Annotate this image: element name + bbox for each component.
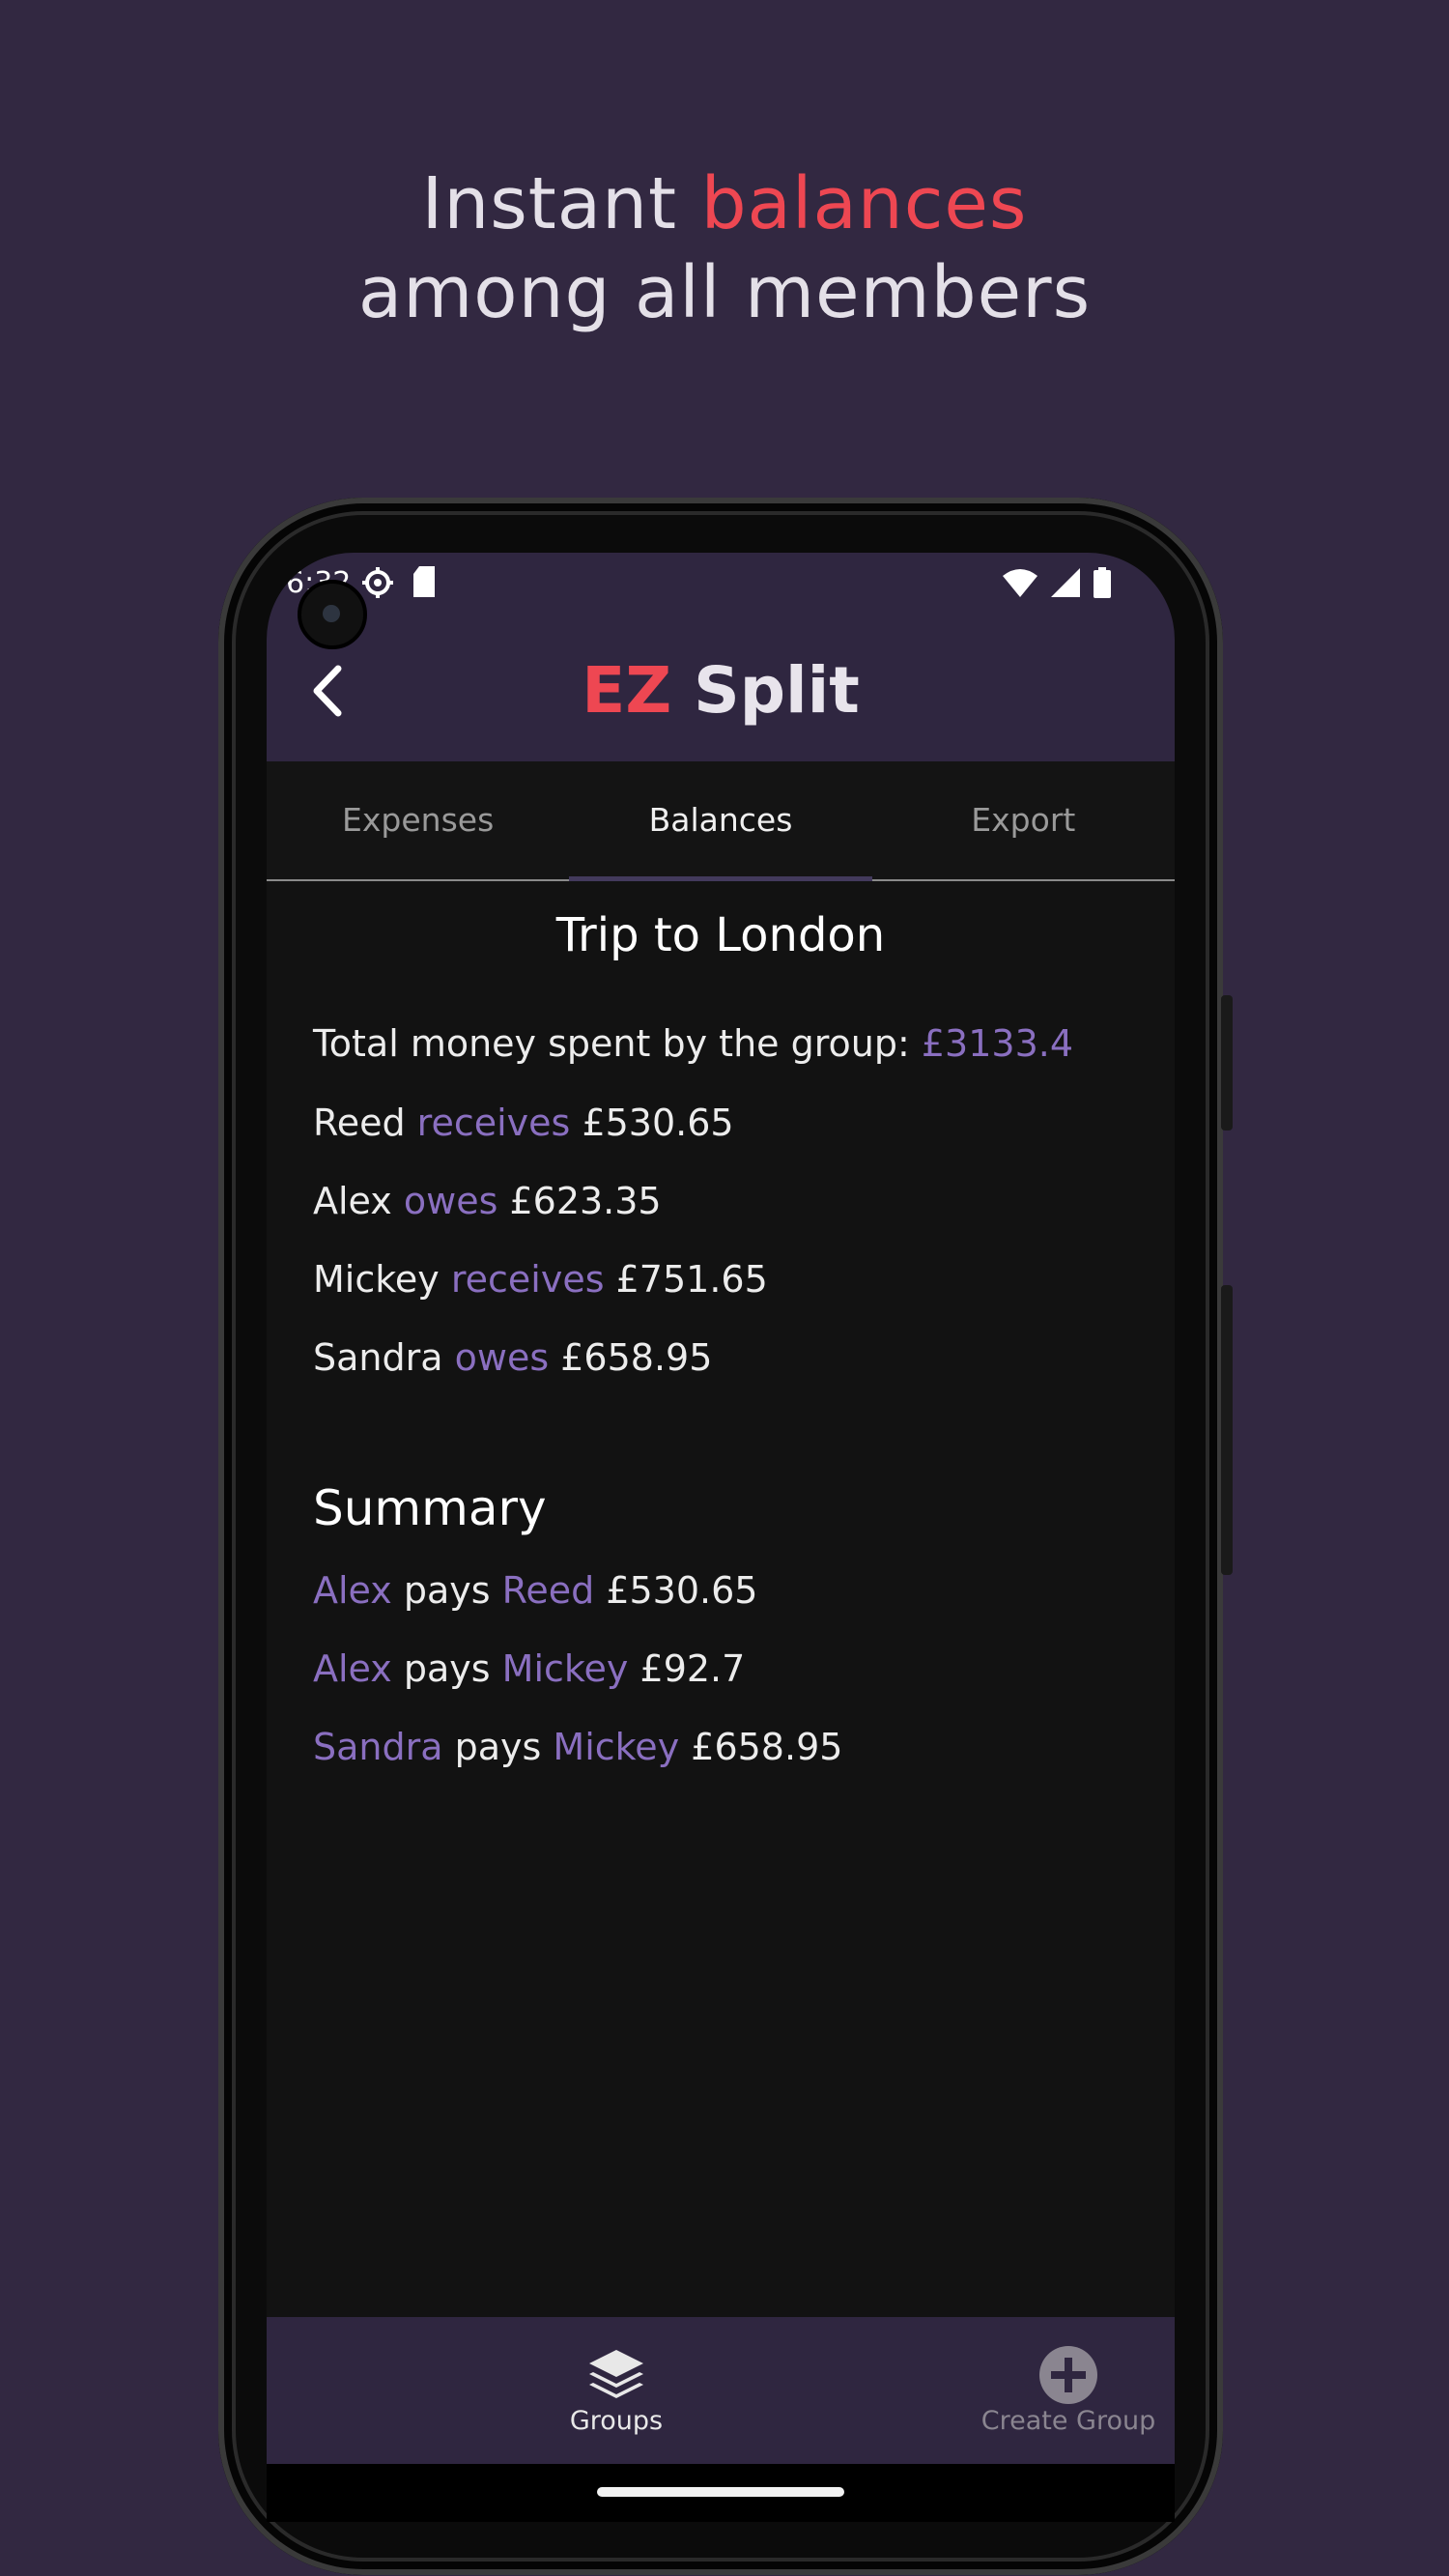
wifi-icon — [1003, 568, 1037, 601]
payee-name: Mickey — [501, 1647, 629, 1690]
summary-row: Sandra pays Mickey £658.95 — [313, 1726, 842, 1768]
balance-amount: £751.65 — [615, 1258, 768, 1301]
status-icons-left — [361, 566, 437, 599]
balance-verb: owes — [454, 1336, 550, 1379]
group-total: Total money spent by the group: £3133.4 — [313, 1022, 1073, 1065]
battery-icon — [1094, 567, 1111, 602]
layers-icon — [589, 2350, 643, 2398]
signal-icon — [1051, 568, 1080, 601]
nav-groups-label: Groups — [569, 2406, 664, 2436]
payment-amount: £530.65 — [606, 1569, 758, 1612]
power-button — [1221, 995, 1233, 1131]
balance-row: Reed receives £530.65 — [313, 1102, 734, 1144]
summary-title: Summary — [313, 1480, 547, 1536]
balance-row: Alex owes £623.35 — [313, 1180, 662, 1222]
balance-amount: £658.95 — [560, 1336, 713, 1379]
summary-row: Alex pays Reed £530.65 — [313, 1569, 757, 1612]
app-bar: EZ Split — [267, 620, 1175, 761]
balance-row: Sandra owes £658.95 — [313, 1336, 712, 1379]
plus-circle-icon — [1039, 2346, 1097, 2404]
total-value: £3133.4 — [921, 1022, 1073, 1065]
summary-row: Alex pays Mickey £92.7 — [313, 1647, 745, 1690]
promo-headline: Instant balances among all members — [0, 159, 1449, 337]
balance-amount: £530.65 — [582, 1102, 734, 1144]
gesture-bar — [267, 2464, 1175, 2522]
bottom-navigation: Groups Create Group — [267, 2317, 1175, 2464]
app-title: EZ Split — [267, 620, 1175, 761]
headline-text: Instant — [421, 162, 701, 245]
payer-name: Alex — [313, 1569, 392, 1612]
payee-name: Reed — [501, 1569, 595, 1612]
sd-card-icon — [412, 566, 437, 599]
home-indicator[interactable] — [597, 2487, 844, 2497]
phone-screen: 6:32 EZ Split — [267, 553, 1175, 2522]
nav-create-group[interactable]: Create Group — [923, 2317, 1175, 2464]
payment-amount: £92.7 — [639, 1647, 746, 1690]
payer-name: Alex — [313, 1647, 392, 1690]
balance-verb: receives — [450, 1258, 605, 1301]
payment-amount: £658.95 — [691, 1726, 843, 1768]
nav-groups[interactable]: Groups — [471, 2317, 761, 2464]
member-name: Alex — [313, 1180, 392, 1222]
member-name: Mickey — [313, 1258, 440, 1301]
balance-verb: receives — [416, 1102, 571, 1144]
balance-amount: £623.35 — [509, 1180, 662, 1222]
tab-expenses[interactable]: Expenses — [267, 761, 569, 879]
status-bar: 6:32 — [267, 553, 1175, 620]
headline-line-2: among all members — [357, 251, 1092, 334]
headline-accent: balances — [700, 162, 1028, 245]
pays-verb: pays — [403, 1647, 491, 1690]
payer-name: Sandra — [313, 1726, 443, 1768]
app-title-rest: Split — [671, 653, 860, 728]
member-name: Reed — [313, 1102, 406, 1144]
member-name: Sandra — [313, 1336, 443, 1379]
settings-icon — [361, 566, 394, 599]
pays-verb: pays — [403, 1569, 491, 1612]
app-title-accent: EZ — [582, 653, 672, 728]
headline-line-1: Instant balances — [0, 159, 1449, 248]
balance-row: Mickey receives £751.65 — [313, 1258, 768, 1301]
front-camera — [298, 580, 367, 649]
total-label: Total money spent by the group: — [313, 1022, 922, 1065]
pays-verb: pays — [454, 1726, 542, 1768]
balance-verb: owes — [403, 1180, 498, 1222]
tab-balances[interactable]: Balances — [569, 761, 872, 881]
tab-bar: Expenses Balances Export — [267, 761, 1175, 881]
tab-export[interactable]: Export — [872, 761, 1175, 879]
group-title: Trip to London — [555, 908, 886, 962]
payee-name: Mickey — [553, 1726, 680, 1768]
status-icons-right — [1003, 567, 1111, 602]
nav-create-group-label: Create Group — [980, 2406, 1156, 2436]
volume-button — [1221, 1285, 1233, 1575]
